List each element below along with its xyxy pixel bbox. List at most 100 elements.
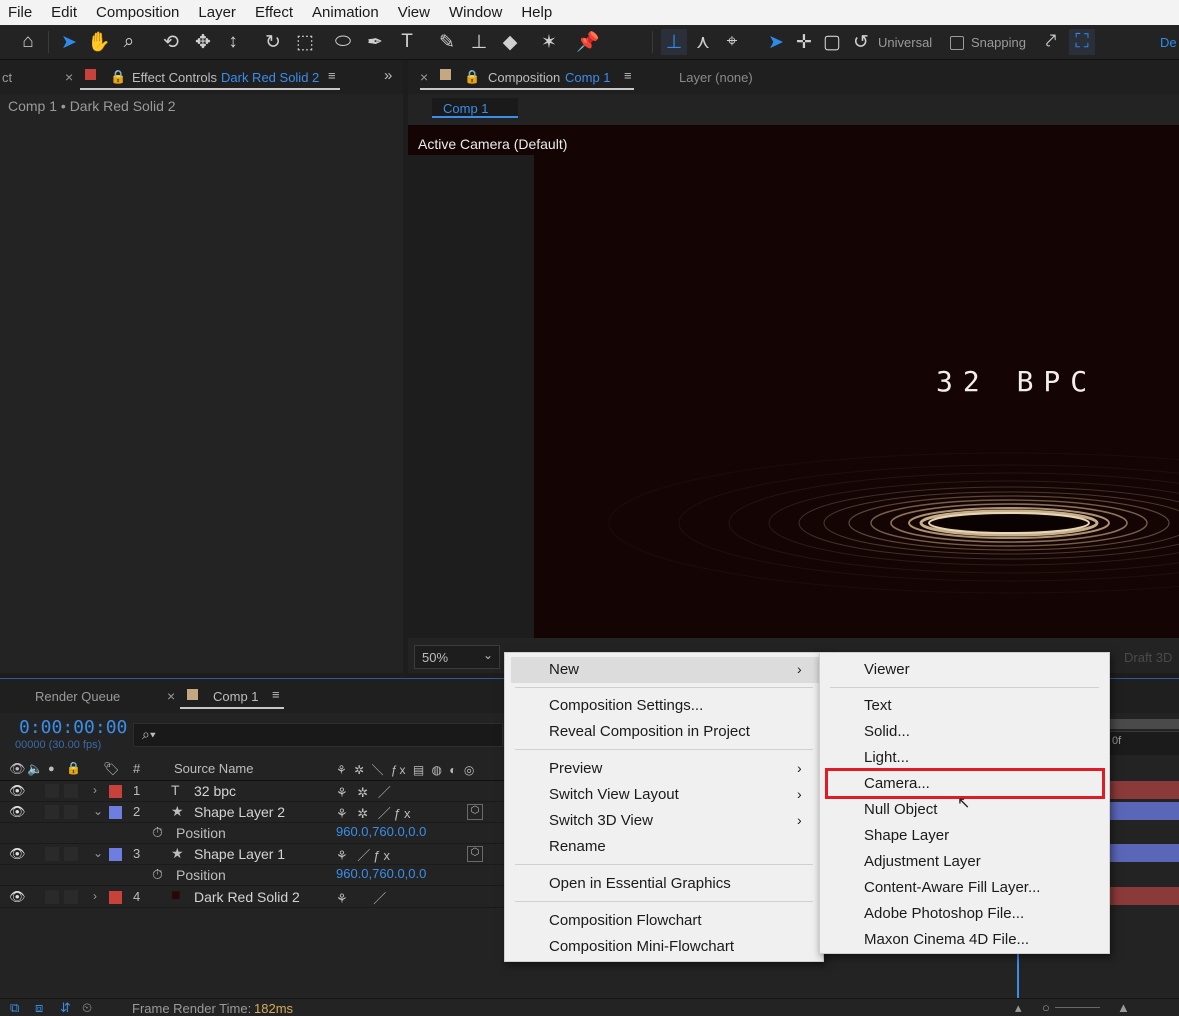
layer-name[interactable]: Shape Layer 2 — [194, 804, 285, 820]
menu-item-reveal-composition[interactable]: Reveal Composition in Project — [549, 723, 750, 740]
menu-animation[interactable]: Animation — [312, 4, 379, 21]
lock-icon[interactable]: 🔒 — [464, 69, 480, 85]
submenu-item-text[interactable]: Text — [864, 697, 892, 714]
menu-edit[interactable]: Edit — [51, 4, 77, 21]
menu-item-composition-flowchart[interactable]: Composition Flowchart — [549, 912, 702, 929]
modes-toggle-icon[interactable]: ⧈ — [35, 1000, 43, 1016]
solo-icon[interactable]: ● — [48, 763, 55, 775]
chevron-down-icon[interactable]: ⌄ — [93, 804, 103, 818]
work-area-bar[interactable] — [1108, 719, 1179, 729]
lock-cell[interactable] — [64, 847, 78, 861]
submenu-item-photoshop-file[interactable]: Adobe Photoshop File... — [864, 905, 1024, 922]
close-icon[interactable]: × — [65, 69, 73, 85]
brush-tool-icon[interactable]: ✎ — [434, 29, 460, 55]
chevron-right-icon[interactable]: › — [93, 783, 97, 797]
render-queue-tab[interactable]: Render Queue — [35, 689, 120, 704]
chevron-right-icon[interactable]: › — [93, 889, 97, 903]
lock-cell[interactable] — [64, 784, 78, 798]
type-tool-icon[interactable]: T — [394, 29, 420, 55]
zoom-slider-handle[interactable]: ○ — [1042, 1000, 1050, 1015]
eye-icon[interactable]: 👁 — [9, 889, 26, 905]
current-time-display[interactable]: 0:00:00:00 — [19, 717, 127, 738]
lock-cell[interactable] — [64, 890, 78, 904]
solo-cell[interactable] — [45, 847, 59, 861]
chevron-down-icon[interactable]: ⌄ — [93, 846, 103, 860]
menu-item-composition-mini-flowchart[interactable]: Composition Mini-Flowchart — [549, 938, 734, 955]
composition-tab[interactable]: Composition — [488, 70, 560, 85]
menu-layer[interactable]: Layer — [198, 4, 236, 21]
menu-item-rename[interactable]: Rename — [549, 838, 606, 855]
project-tab-partial[interactable]: ct — [2, 70, 12, 85]
pan-behind-tool-icon[interactable]: ⬚ — [292, 29, 318, 55]
home-icon[interactable]: ⌂ — [15, 29, 41, 55]
comp-chip[interactable]: Comp 1 — [432, 98, 518, 118]
effect-controls-target[interactable]: Dark Red Solid 2 — [221, 70, 319, 85]
rotation-tool-icon[interactable]: ↻ — [260, 29, 286, 55]
submenu-item-null-object[interactable]: Null Object — [864, 801, 937, 818]
menu-view[interactable]: View — [398, 4, 430, 21]
composition-viewer[interactable]: Active Camera (Default) 32 BPC — [408, 125, 1179, 638]
layer-row-1[interactable]: 👁 › 1 T 32 bpc ⚘ ✲ ／ — [0, 781, 505, 802]
layer-bar-3[interactable] — [1110, 844, 1179, 862]
close-icon[interactable]: × — [420, 69, 428, 85]
layer-switches[interactable]: ⚘ ✲ ／ — [336, 782, 394, 801]
snapping-label[interactable]: Snapping — [971, 35, 1026, 50]
menu-help[interactable]: Help — [521, 4, 552, 21]
layer-label-swatch[interactable] — [109, 848, 122, 861]
menu-item-switch-3d-view[interactable]: Switch 3D View — [549, 812, 653, 829]
menu-item-preview[interactable]: Preview — [549, 760, 602, 777]
comp-canvas[interactable]: 32 BPC — [534, 155, 1179, 638]
zoom-slider-track[interactable] — [1055, 1007, 1100, 1008]
lock-cell[interactable] — [64, 805, 78, 819]
eye-icon[interactable]: 👁 — [9, 761, 26, 777]
comp1-timeline-tab[interactable]: Comp 1 — [213, 689, 259, 704]
menu-item-open-essential-graphics[interactable]: Open in Essential Graphics — [549, 875, 731, 892]
menu-item-new[interactable]: New — [549, 661, 579, 678]
submenu-item-content-aware-fill[interactable]: Content-Aware Fill Layer... — [864, 879, 1040, 896]
layer-switches-toggle-icon[interactable]: ⧉ — [10, 1000, 19, 1016]
submenu-item-shape-layer[interactable]: Shape Layer — [864, 827, 949, 844]
eye-icon[interactable]: 👁 — [9, 783, 26, 799]
property-row-position[interactable]: ⏱ Position 960.0,760.0,0.0 — [0, 823, 505, 844]
eraser-tool-icon[interactable]: ◆ — [497, 29, 523, 55]
menu-effect[interactable]: Effect — [255, 4, 293, 21]
panel-menu-icon[interactable]: ≡ — [624, 68, 632, 83]
position-value[interactable]: 960.0,760.0,0.0 — [336, 824, 426, 839]
layer-switches[interactable]: ⚘ ／ — [336, 888, 389, 907]
lock-icon[interactable]: 🔒 — [66, 761, 81, 775]
layer-name[interactable]: Shape Layer 1 — [194, 846, 285, 862]
menu-item-composition-settings[interactable]: Composition Settings... — [549, 697, 703, 714]
submenu-item-adjustment-layer[interactable]: Adjustment Layer — [864, 853, 981, 870]
local-axis-icon[interactable]: ⊥ — [661, 29, 687, 55]
draft-3d-toggle[interactable]: Draft 3D — [1124, 650, 1172, 665]
snap-target-icon[interactable]: ⛶ — [1069, 29, 1095, 55]
ellipse-tool-icon[interactable]: ⬭ — [330, 29, 356, 55]
property-row-position[interactable]: ⏱ Position 960.0,760.0,0.0 — [0, 865, 505, 886]
eye-icon[interactable]: 👁 — [9, 804, 26, 820]
stopwatch-icon[interactable]: ⏱ — [152, 866, 163, 883]
layer-search-input[interactable]: ⌕▾ — [133, 723, 503, 747]
chevrons-right-icon[interactable]: » — [384, 67, 392, 84]
orbit-camera-icon[interactable]: ⟲ — [158, 29, 184, 55]
submenu-item-cinema4d-file[interactable]: Maxon Cinema 4D File... — [864, 931, 1029, 948]
layer-name[interactable]: 32 bpc — [194, 783, 236, 799]
zoom-out-icon[interactable]: ▴ — [1015, 1000, 1022, 1016]
universal-label[interactable]: Universal — [878, 35, 932, 50]
dolly-camera-icon[interactable]: ↕ — [220, 29, 246, 55]
position-value[interactable]: 960.0,760.0,0.0 — [336, 866, 426, 881]
roto-brush-icon[interactable]: ✶ — [536, 29, 562, 55]
zoom-tool-icon[interactable]: ⌕ — [116, 29, 142, 55]
effect-controls-tab[interactable]: Effect Controls — [132, 70, 217, 85]
solo-cell[interactable] — [45, 784, 59, 798]
layer-switches[interactable]: ⚘ ✲ ／ƒx — [336, 803, 414, 822]
view-axis-icon[interactable]: ⌖ — [719, 29, 745, 55]
zoom-dropdown[interactable]: 50% ⌄ — [414, 645, 500, 669]
layer-label-swatch[interactable] — [109, 891, 122, 904]
source-name-column[interactable]: Source Name — [174, 761, 253, 776]
stopwatch-icon[interactable]: ⏱ — [152, 824, 163, 841]
submenu-item-solid[interactable]: Solid... — [864, 723, 910, 740]
in-out-toggle-icon[interactable]: ⇵ — [60, 1000, 71, 1016]
layer-row-2[interactable]: 👁 ⌄ 2 ★ Shape Layer 2 ⚘ ✲ ／ƒx ⬡ — [0, 802, 505, 823]
zoom-in-icon[interactable]: ▲ — [1117, 1000, 1130, 1015]
3d-layer-icon[interactable]: ⬡ — [467, 804, 483, 820]
